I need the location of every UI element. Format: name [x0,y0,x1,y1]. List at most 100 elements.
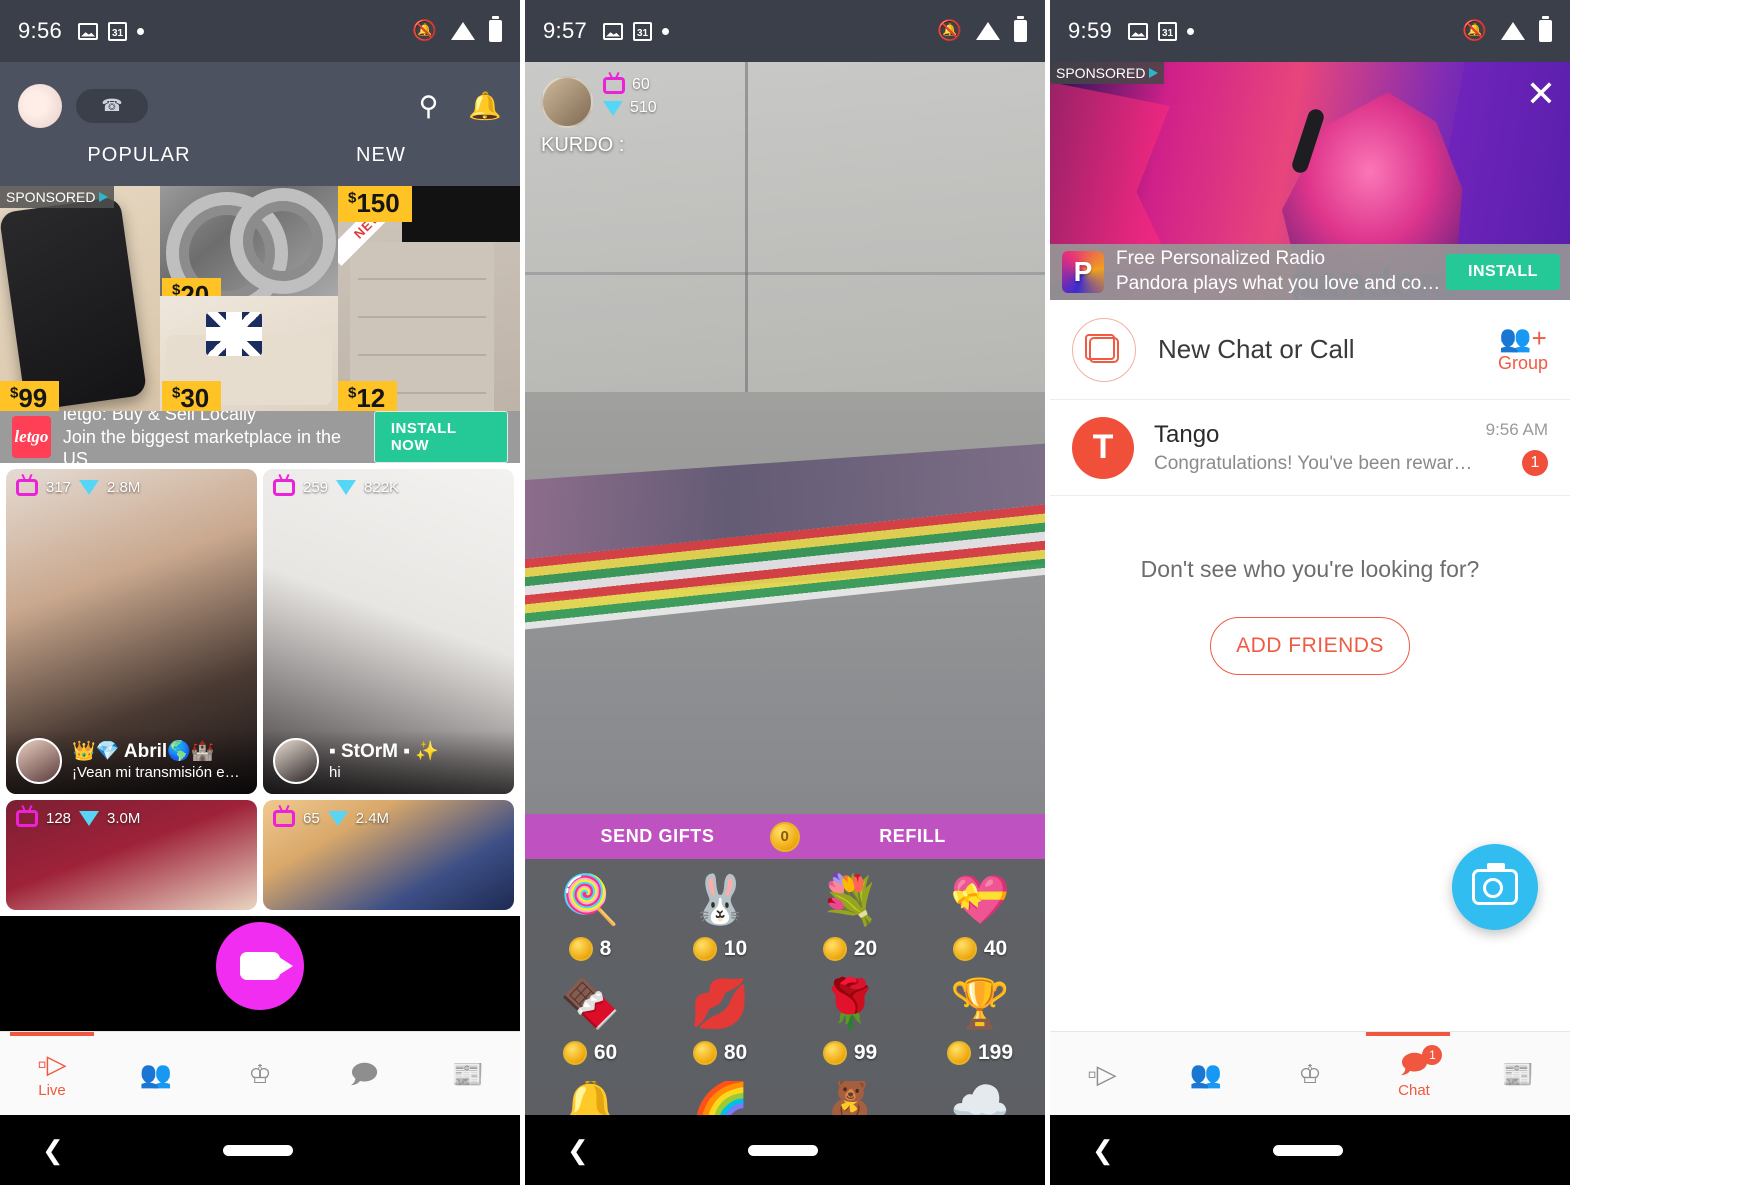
viewers-tv-icon [16,810,38,827]
gift-price: 20 [822,937,877,961]
status-bar: 9:59 31 🔕 [1050,0,1570,62]
active-tab-indicator [1366,1032,1450,1036]
sponsored-product-grid[interactable]: SPONSORED $99 $20 $30 NEW $150 $12 [0,186,520,411]
price-tag: $99 [0,381,60,411]
send-gifts-label[interactable]: SEND GIFTS [545,826,770,847]
gift-item[interactable]: 🏆 199 [915,977,1045,1081]
product-tile-column[interactable]: $20 $30 [160,186,338,411]
install-now-button[interactable]: INSTALL NOW [373,411,508,463]
start-broadcast-button[interactable] [1452,844,1538,930]
gift-row: 🍫 60 💋 80 🌹 99 🏆 199 [525,977,1045,1081]
ad-title: Free Personalized Radio [1116,248,1326,270]
gift-item[interactable]: 🐰 10 [655,873,785,977]
bell-icon[interactable]: 🔔 [468,92,502,120]
viewer-count: 128 [46,810,72,827]
search-icon[interactable]: ⚲ [419,92,439,120]
nav-item-leaderboard[interactable]: ♔ [1258,1059,1362,1089]
live-card[interactable]: 128 3.0M [6,800,257,910]
news-icon: 📰 [451,1058,485,1089]
live-card[interactable]: 317 2.8M 👑💎 Abril🌎🏰 ¡Vean mi transmisión… [6,469,257,794]
empty-state: Don't see who you're looking for? ADD FR… [1050,496,1570,675]
avatar[interactable] [541,76,593,128]
nav-item-feed[interactable]: 📰 [416,1059,520,1089]
coin-balance[interactable]: 0 [770,821,800,852]
bell-muted-icon: 🔕 [937,20,962,42]
tab-popular[interactable]: POPULAR [18,140,260,190]
gem-stat: 510 [603,99,657,117]
card-stats: 259 822K [273,479,399,496]
live-card[interactable]: 259 822K ▪ StOrM ▪ ✨ hi [263,469,514,794]
gift-item[interactable]: 💋 80 [655,977,785,1081]
product-tile-dresser[interactable]: NEW $150 $12 [338,186,520,411]
people-icon: 👥 [139,1058,173,1089]
gift-item[interactable]: 💐 20 [785,873,915,977]
coin-icon [946,1041,971,1065]
nav-item-leaderboard[interactable]: ♔ [208,1059,312,1089]
card-footer: ▪ StOrM ▪ ✨ hi [263,730,514,794]
gift-row: 🍭 8 🐰 10 💐 20 💝 40 [525,873,1045,977]
gift-item[interactable]: 🌈 [655,1081,785,1115]
back-icon[interactable]: ❮ [1092,1135,1114,1166]
chat-name: Tango [1154,420,1220,448]
gift-item[interactable]: 🍭 8 [525,873,655,977]
gift-item[interactable]: ☁️ [915,1081,1045,1115]
avatar: T [1072,416,1134,479]
create-group-button[interactable]: 👥+ Group [1498,325,1548,374]
chat-list-item[interactable]: T Tango Congratulations! You've been rew… [1050,400,1570,496]
teddy-bear-icon: 🧸 [820,1081,880,1115]
bell-muted-icon: 🔕 [1462,20,1487,42]
gift-item[interactable]: 🔔 [525,1081,655,1115]
gift-panel-header: SEND GIFTS 0 REFILL [525,814,1045,859]
sponsored-label: SPONSORED [6,189,96,205]
calendar-icon: 31 [1158,21,1178,41]
refill-button[interactable]: REFILL [800,826,1025,847]
diamond-icon [327,811,348,826]
back-icon[interactable]: ❮ [567,1135,589,1166]
nav-item-chat[interactable]: 🗩 [312,1059,416,1089]
ad-mark-icon [99,192,109,202]
viewers-tv-icon [603,76,625,94]
home-pill[interactable] [1272,1144,1343,1156]
home-pill[interactable] [222,1144,293,1156]
live-video-icon: ▫▷ [1087,1058,1117,1089]
back-icon[interactable]: ❮ [42,1135,64,1166]
letgo-logo-icon: letgo [12,416,51,458]
gift-item[interactable]: 🧸 [785,1081,915,1115]
phone-icon[interactable]: ☎ [76,89,148,123]
nav-item-people[interactable]: 👥 [1154,1059,1258,1089]
gift-item[interactable]: 🍫 60 [525,977,655,1081]
diamond-icon [603,100,623,116]
nav-item-feed[interactable]: 📰 [1466,1059,1570,1089]
status-bar: 9:56 31 🔕 [0,0,520,62]
install-ad-banner[interactable]: letgo letgo: Buy & Sell Locally Join the… [0,404,520,469]
close-icon[interactable]: ✕ [1526,76,1556,112]
product-tile-phone[interactable]: $99 [0,186,160,411]
ad-mark-icon [1149,68,1159,78]
home-pill[interactable] [747,1144,818,1156]
add-friends-button[interactable]: ADD FRIENDS [1210,617,1410,675]
gift-panel: SEND GIFTS 0 REFILL 🍭 8 🐰 10 💐 20 💝 40 🍫… [525,814,1045,1115]
nav-item-live[interactable]: ▫▷ Live [0,1049,104,1099]
gift-item[interactable]: 🌹 99 [785,977,915,1081]
live-card[interactable]: 65 2.4M [263,800,514,910]
ad-info-row: Free Personalized Radio Pandora plays wh… [1050,244,1570,300]
sponsored-badge: SPONSORED [0,186,115,208]
gift-row: 🔔 🌈 🧸 ☁️ [525,1081,1045,1115]
bell-gift-icon: 🔔 [560,1081,620,1115]
nav-item-people[interactable]: 👥 [104,1059,208,1089]
viewer-stat: 60 [603,76,657,94]
start-broadcast-button[interactable] [216,922,304,1010]
tab-new[interactable]: NEW [260,140,502,186]
new-chat-or-call-row[interactable]: New Chat or Call 👥+ Group [1050,300,1570,400]
nav-label: Live [38,1081,66,1099]
gift-item[interactable]: 💝 40 [915,873,1045,977]
chat-icon: 🗩 [349,1058,379,1089]
streamer-name: 👑💎 Abril🌎🏰 [72,740,215,762]
install-button[interactable]: INSTALL [1446,254,1560,290]
status-time: 9:57 [543,18,588,43]
nav-item-live[interactable]: ▫▷ [1050,1059,1154,1089]
gem-count: 3.0M [107,810,141,827]
pandora-ad-banner[interactable]: pandora SPONSORED ✕ Free Personalized Ra… [1050,62,1570,300]
avatar[interactable] [18,84,62,128]
nav-item-chat[interactable]: 🗩 1 Chat [1362,1044,1466,1099]
